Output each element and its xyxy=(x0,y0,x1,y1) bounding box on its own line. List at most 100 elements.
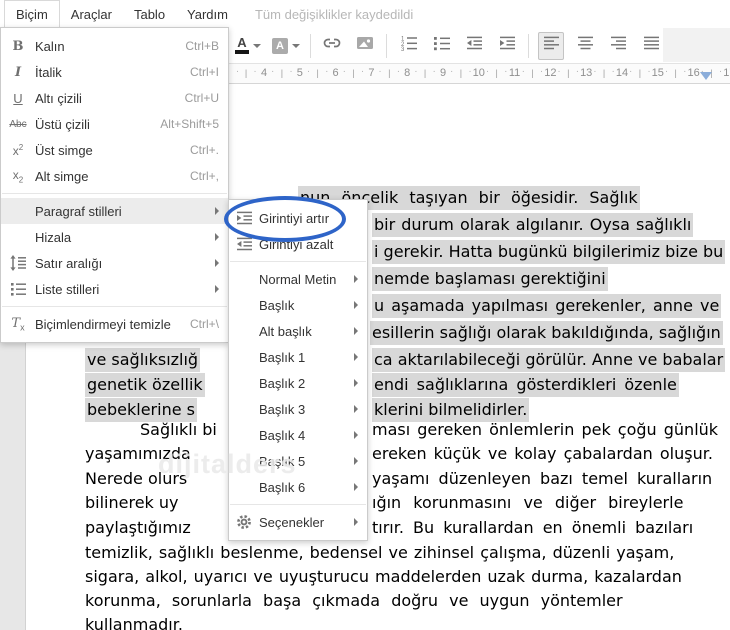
align-center-icon xyxy=(577,35,594,56)
shortcut-label: Ctrl+, xyxy=(189,169,219,183)
menu-item-clear-formatting[interactable]: Tx Biçimlendirmeyi temizle Ctrl+\ xyxy=(1,311,228,337)
document-text-line[interactable]: kullanmadır. xyxy=(85,615,183,630)
ruler-tick: · xyxy=(593,66,597,77)
align-left-button[interactable] xyxy=(538,31,564,60)
submenu-item-heading-4[interactable]: Başlık 4 xyxy=(229,422,367,448)
bulleted-list-button[interactable] xyxy=(429,33,453,59)
highlight-color-button[interactable]: A xyxy=(271,33,301,59)
document-text-line[interactable]: yaşamı düzenleyen bazı temel kuralların xyxy=(372,469,712,488)
menu-item-underline[interactable]: U Altı çizili Ctrl+U xyxy=(1,85,228,111)
decrease-indent-button[interactable] xyxy=(462,33,486,59)
bulleted-list-icon xyxy=(433,35,450,56)
align-right-button[interactable] xyxy=(606,33,630,59)
document-text-line[interactable]: nemde başlaması gerektiğini xyxy=(372,267,608,291)
ruler-tick: | xyxy=(459,68,463,78)
document-text-line[interactable]: temizlik, sağlıklı beslenme, bedensel ve… xyxy=(85,543,674,562)
ruler-tick: · xyxy=(521,66,525,77)
ruler-tick: · xyxy=(629,66,633,77)
increase-indent-button[interactable] xyxy=(495,33,519,59)
document-text-line[interactable]: bebeklerine s xyxy=(85,398,197,422)
list-styles-icon xyxy=(1,281,35,297)
indent-marker-icon[interactable] xyxy=(700,72,712,80)
ruler-number: 17 xyxy=(723,67,730,79)
document-text-line[interactable]: ca aktarılabileceği görülür. Anne ve bab… xyxy=(372,348,726,372)
toolbar-separator xyxy=(386,33,387,58)
submenu-item-title[interactable]: Başlık xyxy=(229,292,367,318)
document-text-line[interactable]: bir durum olarak algılanır. Oysa sağlıkl… xyxy=(372,213,694,237)
ruler-tick: · xyxy=(664,66,669,77)
ruler-tick: · xyxy=(360,66,365,77)
document-text-line[interactable]: Sağlıklı bi xyxy=(140,420,217,439)
ruler-tick: · xyxy=(414,66,418,77)
ruler-number: 14 xyxy=(615,67,629,79)
document-text-line[interactable]: ması gereken önlemlerin pek çoğu günlük xyxy=(372,420,718,439)
ruler-tick: · xyxy=(378,66,382,77)
numbered-list-button[interactable]: 123 xyxy=(396,33,420,59)
menu-item-strikethrough[interactable]: Abc Üstü çizili Alt+Shift+5 xyxy=(1,111,228,137)
submenu-item-normal-text[interactable]: Normal Metin xyxy=(229,266,367,292)
menu-item-line-spacing[interactable]: Satır aralığı xyxy=(1,250,228,276)
submenu-item-options-label: Seçenekler xyxy=(259,514,325,530)
document-text-line[interactable]: sigara, alkol, uyarıcı ve uyuşturucu mad… xyxy=(85,567,682,586)
document-text-line[interactable]: tırır. Bu kurallardan en önemli bazıları xyxy=(372,518,693,537)
text-color-button[interactable]: A xyxy=(234,33,262,59)
ruler-number: 12 xyxy=(544,67,557,79)
document-text-line[interactable]: ığın korunmasını ve diğer bireylerle xyxy=(372,493,683,512)
annotation-circle xyxy=(224,196,346,242)
numbered-list-icon: 123 xyxy=(400,35,417,56)
submenu-item-heading-2[interactable]: Başlık 2 xyxy=(229,370,367,396)
indent-increase-icon xyxy=(499,35,516,56)
submenu-arrow-icon xyxy=(354,457,358,465)
insert-link-icon xyxy=(322,35,342,56)
document-text-line[interactable]: u aşamada yapılması gerekenler, anne ve xyxy=(372,294,722,318)
submenu-arrow-icon xyxy=(354,353,358,361)
menu-item-subscript[interactable]: x2 Alt simge Ctrl+, xyxy=(1,163,228,189)
submenu-arrow-icon xyxy=(215,259,219,267)
menubar-item-tools[interactable]: Araçlar xyxy=(60,0,123,28)
submenu-arrow-icon xyxy=(354,379,358,387)
menu-item-italic[interactable]: I İtalik Ctrl+I xyxy=(1,59,228,85)
document-text-line[interactable]: bilinerek uy xyxy=(85,493,179,512)
document-text-line[interactable]: klerini bilmelidirler. xyxy=(372,398,530,422)
ruler-tick: · xyxy=(468,66,472,77)
align-justify-button[interactable] xyxy=(639,33,663,59)
document-text-line[interactable]: ereken küçük ve kolay çabalardan oluşur. xyxy=(372,444,713,463)
menu-separator xyxy=(230,504,366,505)
document-text-line[interactable]: genetik özellik xyxy=(85,373,205,397)
toolbar-separator xyxy=(528,33,529,58)
submenu-item-heading-1[interactable]: Başlık 1 xyxy=(229,344,367,370)
insert-image-button[interactable] xyxy=(353,33,377,59)
ruler-number: 15 xyxy=(651,67,664,79)
ruler-tick: · xyxy=(611,66,615,77)
insert-link-button[interactable] xyxy=(320,33,344,59)
ruler-tick: · xyxy=(450,66,454,77)
menu-item-superscript[interactable]: x2 Üst simge Ctrl+. xyxy=(1,137,228,163)
shortcut-label: Ctrl+U xyxy=(184,91,219,105)
ruler-tick: | xyxy=(388,68,391,78)
menu-item-bold[interactable]: B Kalın Ctrl+B xyxy=(1,33,228,59)
submenu-item-subtitle[interactable]: Alt başlık xyxy=(229,318,367,344)
menu-separator xyxy=(2,193,227,194)
document-text-line[interactable]: esillerin sağlığı olarak bakıldığında, s… xyxy=(370,321,723,345)
ruler-tick: · xyxy=(504,66,508,77)
menubar-item-table[interactable]: Tablo xyxy=(123,0,176,28)
menu-item-paragraph-styles[interactable]: Paragraf stilleri xyxy=(1,198,228,224)
menu-item-list-styles[interactable]: Liste stilleri xyxy=(1,276,228,302)
menubar-item-format[interactable]: Biçim xyxy=(4,0,60,28)
submenu-arrow-icon xyxy=(354,405,358,413)
submenu-item-options[interactable]: Seçenekler xyxy=(229,509,367,535)
ruler-tick: · xyxy=(647,66,651,77)
submenu-item-heading-3[interactable]: Başlık 3 xyxy=(229,396,367,422)
document-text-line[interactable]: i gerekir. Hatta bugünkü bilgilerimiz bi… xyxy=(372,240,726,264)
ruler-tick: · xyxy=(342,66,346,77)
document-text-line[interactable]: paylaştığımız xyxy=(85,518,191,537)
document-text-line[interactable]: ve sağlıksızlığ xyxy=(85,348,201,372)
shortcut-label: Alt+Shift+5 xyxy=(160,117,219,131)
document-text-line[interactable]: korunma, sorunlarla başa çıkmada doğru v… xyxy=(85,591,623,610)
document-text-line[interactable]: endi sağlıklarına gösterdikleri özenle xyxy=(372,373,679,397)
ruler-tick: · xyxy=(306,66,311,77)
menubar-item-help[interactable]: Yardım xyxy=(176,0,239,28)
menu-item-align[interactable]: Hizala xyxy=(1,224,228,250)
align-center-button[interactable] xyxy=(573,33,597,59)
ruler-tick: | xyxy=(352,68,355,78)
